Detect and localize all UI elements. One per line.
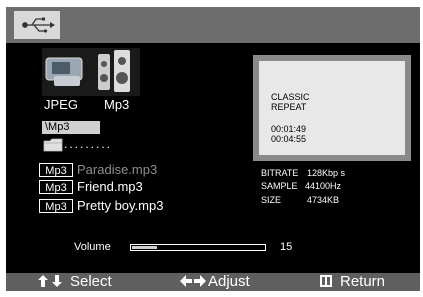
size-row: SIZE 4734KB (261, 195, 339, 205)
folder-icon (43, 138, 63, 152)
media-player-screen: JPEG Mp3 \Mp3 ......... Mp3 Paradise.mp3… (6, 7, 420, 291)
adjust-label: Adjust (208, 273, 250, 290)
adjust-hint: Adjust (180, 273, 250, 291)
sample-row: SAMPLE 44100Hz (261, 181, 341, 191)
volume-slider[interactable] (130, 244, 266, 251)
playback-info-panel: CLASSIC REPEAT 00:01:49 00:04:55 (253, 55, 411, 161)
bitrate-label: BITRATE (261, 168, 299, 178)
file-type-badge: Mp3 (39, 163, 73, 177)
parent-folder-dots: ......... (64, 137, 113, 151)
file-name: Paradise.mp3 (77, 162, 158, 177)
mp3-label: Mp3 (104, 97, 130, 112)
file-name: Friend.mp3 (77, 179, 143, 194)
current-path: \Mp3 (42, 121, 100, 134)
playback-info-inner: CLASSIC REPEAT 00:01:49 00:04:55 (259, 61, 405, 155)
size-label: SIZE (261, 195, 282, 205)
volume-fill (132, 246, 157, 249)
media-type-thumbnail (42, 48, 140, 96)
repeat-mode: REPEAT (271, 102, 307, 112)
file-type-badge: Mp3 (39, 180, 73, 194)
return-label: Return (340, 273, 386, 290)
select-label: Select (70, 273, 112, 290)
top-bar (6, 7, 420, 43)
sample-label: SAMPLE (261, 181, 298, 191)
file-name: Pretty boy.mp3 (77, 198, 164, 213)
file-type-badge: Mp3 (39, 199, 73, 213)
eq-mode: CLASSIC (271, 92, 310, 102)
return-icon (320, 275, 332, 287)
left-right-arrows-icon (180, 275, 206, 287)
volume-label: Volume (74, 241, 111, 253)
return-hint: Return (320, 273, 385, 291)
bottom-hint-bar: Select Adjust Return (6, 273, 420, 291)
elapsed-time: 00:01:49 (271, 124, 307, 134)
jpeg-label: JPEG (44, 97, 78, 112)
sample-value: 44100Hz (305, 181, 342, 191)
bitrate-value: 128Kbp s (307, 168, 346, 178)
parent-folder-item[interactable] (43, 138, 63, 152)
select-hint: Select (38, 273, 112, 291)
usb-icon (22, 17, 55, 33)
media-devices-icon (45, 50, 130, 92)
usb-source-tab[interactable] (14, 11, 60, 39)
volume-value: 15 (280, 241, 293, 253)
total-time: 00:04:55 (271, 134, 307, 144)
bitrate-row: BITRATE 128Kbp s (261, 168, 345, 178)
size-value: 4734KB (307, 195, 340, 205)
up-down-arrows-icon (38, 275, 62, 287)
